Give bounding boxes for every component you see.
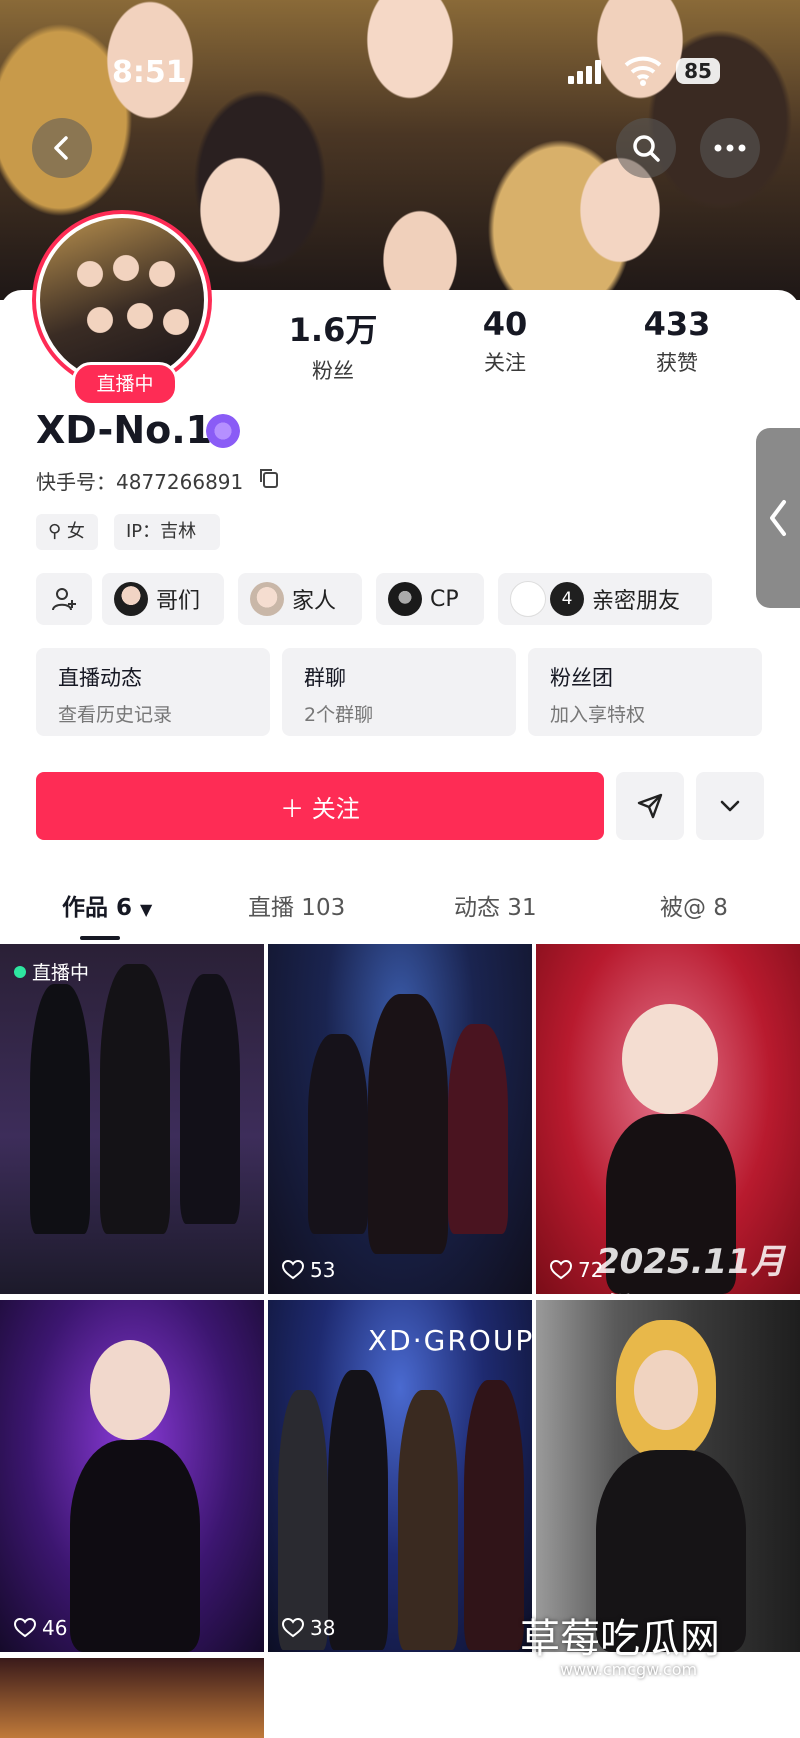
- share-send-icon: [637, 793, 663, 819]
- tab-moments[interactable]: 动态 31: [454, 888, 537, 922]
- tab-active-indicator: [80, 936, 120, 940]
- side-drawer-handle[interactable]: [756, 428, 800, 608]
- like-count: 38: [282, 1616, 335, 1640]
- stat-value: 40: [482, 305, 528, 343]
- stat-likes[interactable]: 433 获赞: [602, 305, 752, 377]
- avatar-image: [36, 214, 208, 386]
- video-tile[interactable]: 2025.11月份 72: [536, 944, 800, 1294]
- live-dot-icon: [14, 965, 26, 978]
- search-button[interactable]: [616, 118, 676, 178]
- card-subtitle: 加入享特权: [550, 704, 646, 726]
- relation-chip-close-friends[interactable]: 4 亲密朋友: [498, 573, 712, 625]
- more-icon: [714, 144, 746, 152]
- send-message-button[interactable]: [616, 772, 684, 840]
- video-tile[interactable]: 直播中: [0, 944, 264, 1294]
- relation-label: 哥们: [156, 589, 201, 614]
- add-friend-button[interactable]: [36, 573, 92, 625]
- status-bar: 8:51 85: [0, 0, 800, 90]
- ip-tag: IP：吉林: [114, 514, 220, 550]
- video-tile[interactable]: 46: [0, 1300, 264, 1652]
- relation-avatar: [250, 582, 284, 616]
- add-friend-icon: [52, 588, 76, 611]
- like-value: 53: [310, 1258, 336, 1282]
- stat-followers[interactable]: 1.6万 粉丝: [258, 305, 408, 385]
- group-chat-card[interactable]: 群聊 2个群聊: [282, 648, 516, 736]
- tab-works[interactable]: 作品 6 ▼: [62, 888, 152, 922]
- status-time: 8:51: [112, 55, 187, 90]
- tile-overlay-text: 直播中: [32, 962, 90, 984]
- battery-indicator: 85: [676, 58, 720, 84]
- relation-label: 亲密朋友: [592, 589, 681, 614]
- chevron-down-icon: [720, 800, 740, 812]
- heart-icon: [282, 1618, 304, 1638]
- cellular-signal-icon: [568, 60, 602, 84]
- card-title: 粉丝团: [550, 666, 613, 690]
- stat-following[interactable]: 40 关注: [430, 305, 580, 377]
- back-button[interactable]: [32, 118, 92, 178]
- card-title: 群聊: [304, 666, 346, 690]
- wifi-icon: [624, 56, 662, 86]
- search-icon: [633, 135, 660, 162]
- relation-chip-family[interactable]: 家人: [238, 573, 362, 625]
- like-count: 46: [14, 1616, 67, 1640]
- profile-name: XD-No.1: [36, 408, 213, 452]
- back-arrow-icon: [54, 136, 68, 160]
- watermark-title: 草莓吃瓜网: [520, 1616, 720, 1662]
- stat-value: 433: [643, 305, 711, 343]
- watermark-url: www.cmcgw.com: [560, 1660, 698, 1679]
- relation-label: 家人: [292, 589, 337, 614]
- card-subtitle: 2个群聊: [304, 704, 374, 726]
- card-title: 直播动态: [58, 666, 142, 690]
- video-tile[interactable]: [536, 1300, 800, 1652]
- like-value: 46: [42, 1616, 68, 1640]
- more-button[interactable]: [700, 118, 760, 178]
- female-icon: ⚲: [48, 521, 62, 542]
- verified-badge-icon: [206, 414, 240, 448]
- chevron-left-icon: [770, 500, 786, 536]
- stat-label: 关注: [484, 351, 526, 375]
- gender-label: 女: [66, 521, 85, 542]
- like-value: 72: [578, 1258, 604, 1282]
- live-history-card[interactable]: 直播动态 查看历史记录: [36, 648, 270, 736]
- heart-icon: [282, 1260, 304, 1280]
- more-options-dropdown[interactable]: [696, 772, 764, 840]
- follow-button[interactable]: ＋ 关注: [36, 772, 604, 840]
- heart-icon: [550, 1260, 572, 1280]
- tile-overlay-text: XD·GROUP: [368, 1324, 532, 1357]
- tab-live[interactable]: 直播 103: [248, 888, 345, 922]
- relation-label: CP: [430, 586, 459, 612]
- gender-tag: ⚲ 女: [36, 514, 98, 550]
- tab-mentions[interactable]: 被@ 8: [660, 888, 728, 922]
- stat-label: 获赞: [656, 351, 698, 375]
- relation-chip-buddies[interactable]: 哥们: [102, 573, 224, 625]
- stat-value: 1.6万: [288, 311, 378, 349]
- card-subtitle: 查看历史记录: [58, 704, 173, 726]
- tile-overlay-text: 2025.11月份: [596, 1242, 785, 1294]
- stat-label: 粉丝: [312, 359, 354, 383]
- video-tile[interactable]: 53: [268, 944, 532, 1294]
- fan-club-card[interactable]: 粉丝团 加入享特权: [528, 648, 762, 736]
- live-indicator: 直播中: [14, 958, 89, 985]
- heart-icon: [14, 1618, 36, 1638]
- video-tile[interactable]: [0, 1658, 264, 1738]
- relation-chip-cp[interactable]: CP: [376, 573, 484, 625]
- like-count: 53: [282, 1258, 335, 1282]
- like-count: 72: [550, 1258, 603, 1282]
- caret-down-icon: ▼: [140, 900, 153, 919]
- relation-count-badge: 4: [550, 582, 584, 616]
- like-value: 38: [310, 1616, 336, 1640]
- tab-label: 作品 6: [62, 895, 133, 921]
- panda-avatar-icon: [510, 581, 546, 617]
- relation-avatar: [388, 582, 422, 616]
- relation-avatar: [114, 582, 148, 616]
- user-id: 快手号：4877266891: [36, 470, 244, 494]
- live-badge[interactable]: 直播中: [72, 362, 178, 406]
- copy-icon[interactable]: [258, 467, 280, 489]
- video-tile[interactable]: XD·GROUP 38: [268, 1300, 532, 1652]
